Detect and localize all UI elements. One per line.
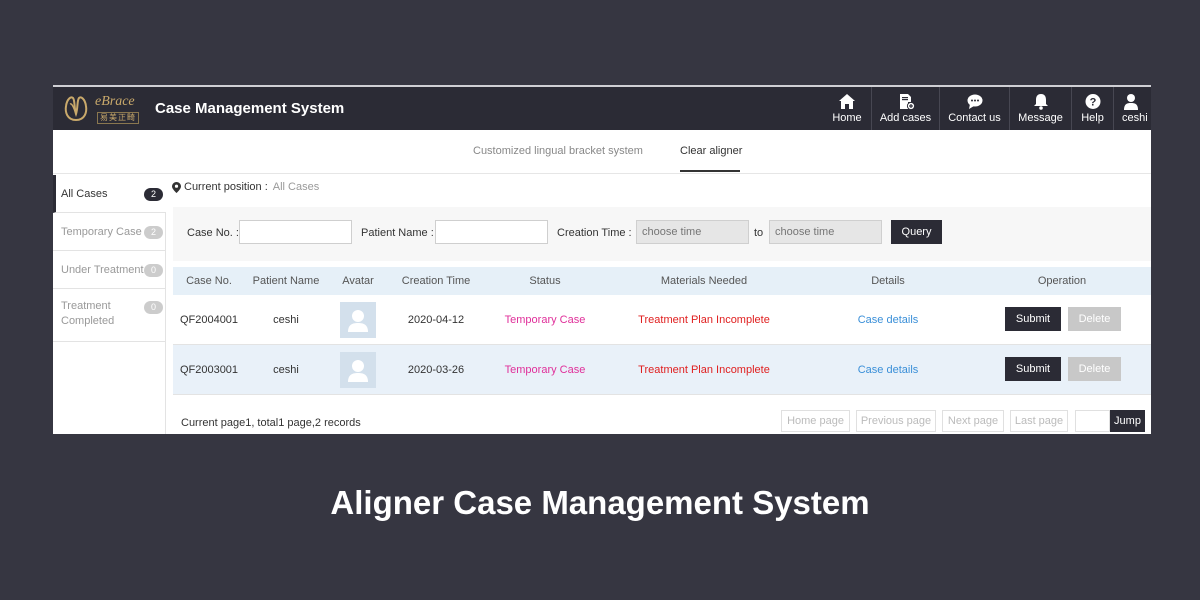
pagination-info: Current page1, total1 page,2 records	[181, 417, 361, 429]
column-header: Avatar	[342, 275, 374, 287]
tab-lingual-bracket[interactable]: Customized lingual bracket system	[473, 145, 643, 157]
help-icon: ?	[1085, 94, 1100, 109]
sidebar-item-all-cases[interactable]: All Cases 2	[53, 175, 166, 213]
search-filter-bar: Case No. : Patient Name : Creation Time …	[173, 207, 1151, 261]
case-no-label: Case No. :	[187, 227, 239, 239]
avatar-placeholder-icon	[348, 310, 368, 332]
sidebar-item-label: Treatment Completed	[61, 300, 115, 327]
column-header: Case No.	[186, 275, 232, 287]
brand-name: eBrace	[95, 94, 135, 109]
patient-name-label: Patient Name :	[361, 227, 434, 239]
avatar	[340, 352, 376, 388]
nav-message-label: Message	[1018, 112, 1063, 124]
table-row: QF2004001 ceshi 2020-04-12 Temporary Cas…	[173, 295, 1151, 345]
nav-help-label: Help	[1081, 112, 1104, 124]
patient-name-cell: ceshi	[273, 314, 299, 326]
bell-icon	[1033, 94, 1048, 110]
avatar	[340, 302, 376, 338]
nav-user-button[interactable]: ceshi	[1113, 87, 1151, 130]
materials-needed-cell: Treatment Plan Incomplete	[638, 314, 770, 326]
system-tabs: Customized lingual bracket system Clear …	[53, 130, 1151, 174]
case-sidebar: All Cases 2 Temporary Case 2 Under Treat…	[53, 175, 166, 434]
case-details-link[interactable]: Case details	[858, 364, 919, 376]
patient-name-input[interactable]	[435, 220, 548, 244]
status-cell: Temporary Case	[504, 364, 586, 376]
jump-button[interactable]: Jump	[1110, 410, 1145, 432]
nav-add-cases-label: Add cases	[879, 112, 932, 124]
table-row: QF2003001 ceshi 2020-03-26 Temporary Cas…	[173, 345, 1151, 395]
brand-subtitle: 易美正畸	[97, 112, 139, 124]
status-cell: Temporary Case	[504, 314, 586, 326]
svg-text:?: ?	[1089, 97, 1096, 109]
count-badge: 0	[144, 301, 163, 314]
submit-button[interactable]: Submit	[1005, 307, 1061, 331]
creation-time-to-input[interactable]	[769, 220, 882, 244]
nav-contact-button[interactable]: Contact us	[939, 87, 1009, 130]
sidebar-item-label: Temporary Case	[61, 226, 142, 238]
count-badge: 2	[144, 188, 163, 201]
count-badge: 2	[144, 226, 163, 239]
column-header: Operation	[1037, 275, 1087, 287]
tab-clear-aligner[interactable]: Clear aligner	[680, 145, 742, 157]
query-button[interactable]: Query	[891, 220, 942, 244]
banner-caption: Aligner Case Management System	[330, 484, 870, 521]
nav-home-button[interactable]: Home	[823, 87, 871, 130]
to-label: to	[754, 227, 764, 239]
home-page-button[interactable]: Home page	[781, 410, 850, 432]
sidebar-item-label: All Cases	[61, 188, 108, 200]
case-no-cell: QF2004001	[179, 314, 239, 326]
column-header: Details	[871, 275, 905, 287]
user-icon	[1124, 94, 1138, 110]
delete-button[interactable]: Delete	[1068, 307, 1121, 331]
patient-name-cell: ceshi	[273, 364, 299, 376]
location-pin-icon	[172, 181, 181, 193]
header-nav: Home Add cases Contact us Message ? Help…	[823, 87, 1151, 130]
creation-time-from-input[interactable]	[636, 220, 749, 244]
home-icon	[839, 94, 855, 109]
nav-user-label: ceshi	[1122, 112, 1148, 124]
column-header: Status	[529, 275, 561, 287]
ebrace-logo-icon	[64, 96, 88, 122]
app-title: Case Management System	[155, 100, 345, 117]
chat-icon	[967, 94, 982, 109]
previous-page-button[interactable]: Previous page	[856, 410, 936, 432]
sidebar-item-under-treatment[interactable]: Under Treatment 0	[53, 251, 166, 289]
case-details-link[interactable]: Case details	[858, 314, 919, 326]
creation-time-label: Creation Time :	[557, 227, 632, 239]
column-header: Creation Time	[401, 275, 471, 287]
sidebar-item-label: Under Treatment	[61, 264, 144, 276]
nav-home-label: Home	[832, 112, 862, 124]
delete-button[interactable]: Delete	[1068, 357, 1121, 381]
breadcrumb-current[interactable]: All Cases	[273, 181, 319, 193]
add-case-icon	[899, 94, 915, 110]
avatar-placeholder-icon	[348, 360, 368, 382]
active-tab-indicator	[680, 170, 740, 172]
nav-message-button[interactable]: Message	[1009, 87, 1071, 130]
sidebar-item-treatment-completed[interactable]: Treatment Completed 0	[53, 289, 166, 342]
breadcrumb-label: Current position :	[184, 181, 268, 193]
jump-page-input[interactable]	[1075, 410, 1110, 432]
case-no-cell: QF2003001	[179, 364, 239, 376]
materials-needed-cell: Treatment Plan Incomplete	[638, 364, 770, 376]
case-no-input[interactable]	[239, 220, 352, 244]
column-header: Patient Name	[252, 275, 320, 287]
submit-button[interactable]: Submit	[1005, 357, 1061, 381]
creation-time-cell: 2020-04-12	[407, 314, 465, 326]
nav-help-button[interactable]: ? Help	[1071, 87, 1113, 130]
nav-add-cases-button[interactable]: Add cases	[871, 87, 939, 130]
sidebar-item-temporary-case[interactable]: Temporary Case 2	[53, 213, 166, 251]
creation-time-cell: 2020-03-26	[407, 364, 465, 376]
next-page-button[interactable]: Next page	[942, 410, 1004, 432]
table-header: Case No. Patient Name Avatar Creation Ti…	[173, 267, 1151, 295]
nav-contact-label: Contact us	[948, 112, 1001, 124]
breadcrumb: Current position : All Cases	[172, 181, 319, 193]
count-badge: 0	[144, 264, 163, 277]
app-window: eBrace 易美正畸 Case Management System Home …	[53, 85, 1151, 434]
last-page-button[interactable]: Last page	[1010, 410, 1068, 432]
column-header: Materials Needed	[660, 275, 748, 287]
top-header: eBrace 易美正畸 Case Management System Home …	[53, 87, 1151, 130]
